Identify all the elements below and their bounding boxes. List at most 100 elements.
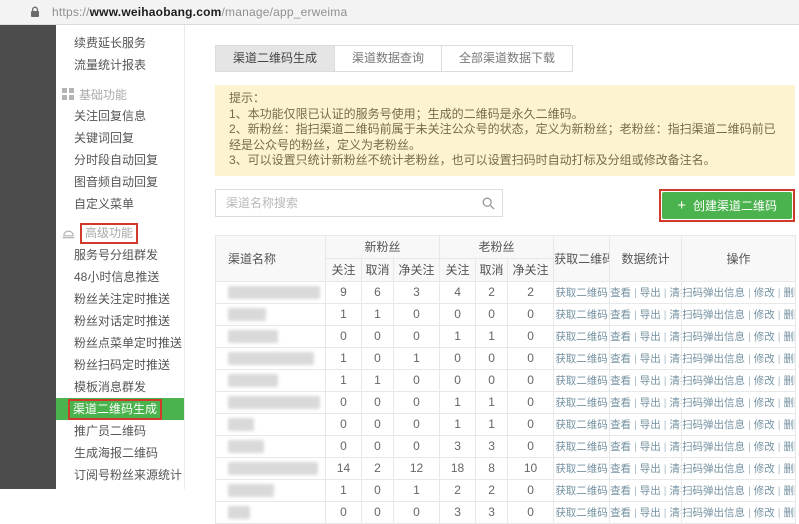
view-link[interactable]: 查看 — [611, 287, 632, 299]
view-link[interactable]: 查看 — [611, 309, 632, 321]
delete-link[interactable]: 删除 — [784, 507, 795, 519]
sidebar-item-fan-source-stats[interactable]: 订阅号粉丝来源统计 — [56, 464, 184, 486]
delete-link[interactable]: 删除 — [784, 485, 795, 497]
get-qrcode-link[interactable]: 获取二维码 — [555, 353, 608, 365]
url-text[interactable]: https://www.weihaobang.com/manage/app_er… — [52, 5, 347, 19]
export-link[interactable]: 导出 — [640, 419, 661, 431]
clear-link[interactable]: 清零 — [670, 507, 681, 519]
export-link[interactable]: 导出 — [640, 309, 661, 321]
clear-link[interactable]: 清零 — [670, 331, 681, 343]
sidebar-item-fan-follow-push[interactable]: 粉丝关注定时推送 — [56, 288, 184, 310]
scan-popup-link[interactable]: 扫码弹出信息 — [683, 309, 746, 321]
get-qrcode-link[interactable]: 获取二维码 — [555, 331, 608, 343]
scan-popup-link[interactable]: 扫码弹出信息 — [683, 419, 746, 431]
sidebar-item-custom-menu[interactable]: 自定义菜单 — [56, 193, 184, 215]
delete-link[interactable]: 删除 — [784, 287, 795, 299]
sidebar-item-fan-scan-push[interactable]: 粉丝扫码定时推送 — [56, 354, 184, 376]
sidebar-item-timed-auto-reply[interactable]: 分时段自动回复 — [56, 149, 184, 171]
modify-link[interactable]: 修改 — [754, 287, 775, 299]
sidebar-item-follow-reply[interactable]: 关注回复信息 — [56, 105, 184, 127]
clear-link[interactable]: 清零 — [670, 287, 681, 299]
delete-link[interactable]: 删除 — [784, 397, 795, 409]
scan-popup-link[interactable]: 扫码弹出信息 — [683, 441, 746, 453]
sidebar-section-basic[interactable]: 基础功能 — [56, 83, 184, 105]
tab-all-channel-download[interactable]: 全部渠道数据下载 — [441, 45, 574, 72]
scan-popup-link[interactable]: 扫码弹出信息 — [683, 507, 746, 519]
modify-link[interactable]: 修改 — [754, 419, 775, 431]
get-qrcode-link[interactable]: 获取二维码 — [555, 441, 608, 453]
sidebar-item-renew-service[interactable]: 续费延长服务 — [56, 32, 184, 54]
browser-address-bar[interactable]: https://www.weihaobang.com/manage/app_er… — [0, 0, 799, 25]
clear-link[interactable]: 清零 — [670, 485, 681, 497]
export-link[interactable]: 导出 — [640, 375, 661, 387]
modify-link[interactable]: 修改 — [754, 331, 775, 343]
get-qrcode-link[interactable]: 获取二维码 — [555, 419, 608, 431]
view-link[interactable]: 查看 — [611, 507, 632, 519]
sidebar-section-advanced[interactable]: 高级功能 — [56, 222, 184, 244]
export-link[interactable]: 导出 — [640, 353, 661, 365]
delete-link[interactable]: 删除 — [784, 441, 795, 453]
view-link[interactable]: 查看 — [611, 463, 632, 475]
sidebar-item-poster-qrcode[interactable]: 生成海报二维码 — [56, 442, 184, 464]
view-link[interactable]: 查看 — [611, 331, 632, 343]
modify-link[interactable]: 修改 — [754, 463, 775, 475]
clear-link[interactable]: 清零 — [670, 375, 681, 387]
view-link[interactable]: 查看 — [611, 353, 632, 365]
clear-link[interactable]: 清零 — [670, 353, 681, 365]
modify-link[interactable]: 修改 — [754, 485, 775, 497]
get-qrcode-link[interactable]: 获取二维码 — [555, 507, 608, 519]
scan-popup-link[interactable]: 扫码弹出信息 — [683, 485, 746, 497]
view-link[interactable]: 查看 — [611, 419, 632, 431]
export-link[interactable]: 导出 — [640, 507, 661, 519]
search-icon[interactable] — [482, 197, 495, 213]
sidebar-item-channel-qrcode-active[interactable]: 渠道二维码生成 — [56, 398, 184, 420]
modify-link[interactable]: 修改 — [754, 441, 775, 453]
export-link[interactable]: 导出 — [640, 331, 661, 343]
scan-popup-link[interactable]: 扫码弹出信息 — [683, 331, 746, 343]
modify-link[interactable]: 修改 — [754, 353, 775, 365]
export-link[interactable]: 导出 — [640, 397, 661, 409]
modify-link[interactable]: 修改 — [754, 397, 775, 409]
sidebar-item-media-auto-reply[interactable]: 图音频自动回复 — [56, 171, 184, 193]
export-link[interactable]: 导出 — [640, 463, 661, 475]
clear-link[interactable]: 清零 — [670, 441, 681, 453]
export-link[interactable]: 导出 — [640, 441, 661, 453]
sidebar-item-keyword-reply[interactable]: 关键词回复 — [56, 127, 184, 149]
lock-icon[interactable] — [30, 6, 40, 18]
search-input[interactable] — [215, 188, 503, 217]
get-qrcode-link[interactable]: 获取二维码 — [555, 287, 608, 299]
modify-link[interactable]: 修改 — [754, 507, 775, 519]
scan-popup-link[interactable]: 扫码弹出信息 — [683, 353, 746, 365]
tab-channel-qrcode-generate[interactable]: 渠道二维码生成 — [215, 45, 336, 72]
sidebar-item-fan-menu-push[interactable]: 粉丝点菜单定时推送 — [56, 332, 184, 354]
scan-popup-link[interactable]: 扫码弹出信息 — [683, 287, 746, 299]
clear-link[interactable]: 清零 — [670, 419, 681, 431]
create-channel-qrcode-button[interactable]: + 创建渠道二维码 — [662, 191, 792, 219]
delete-link[interactable]: 删除 — [784, 353, 795, 365]
delete-link[interactable]: 删除 — [784, 309, 795, 321]
sidebar-item-template-broadcast[interactable]: 模板消息群发 — [56, 376, 184, 398]
sidebar-item-group-broadcast[interactable]: 服务号分组群发 — [56, 244, 184, 266]
export-link[interactable]: 导出 — [640, 287, 661, 299]
delete-link[interactable]: 删除 — [784, 375, 795, 387]
scan-popup-link[interactable]: 扫码弹出信息 — [683, 375, 746, 387]
get-qrcode-link[interactable]: 获取二维码 — [555, 485, 608, 497]
delete-link[interactable]: 删除 — [784, 463, 795, 475]
clear-link[interactable]: 清零 — [670, 309, 681, 321]
sidebar-item-48h-push[interactable]: 48小时信息推送 — [56, 266, 184, 288]
get-qrcode-link[interactable]: 获取二维码 — [555, 397, 608, 409]
delete-link[interactable]: 删除 — [784, 331, 795, 343]
clear-link[interactable]: 清零 — [670, 463, 681, 475]
modify-link[interactable]: 修改 — [754, 309, 775, 321]
modify-link[interactable]: 修改 — [754, 375, 775, 387]
export-link[interactable]: 导出 — [640, 485, 661, 497]
view-link[interactable]: 查看 — [611, 485, 632, 497]
view-link[interactable]: 查看 — [611, 375, 632, 387]
tab-channel-data-query[interactable]: 渠道数据查询 — [334, 45, 443, 72]
clear-link[interactable]: 清零 — [670, 397, 681, 409]
sidebar-item-fan-dialog-push[interactable]: 粉丝对话定时推送 — [56, 310, 184, 332]
scan-popup-link[interactable]: 扫码弹出信息 — [683, 463, 746, 475]
view-link[interactable]: 查看 — [611, 441, 632, 453]
delete-link[interactable]: 删除 — [784, 419, 795, 431]
get-qrcode-link[interactable]: 获取二维码 — [555, 309, 608, 321]
